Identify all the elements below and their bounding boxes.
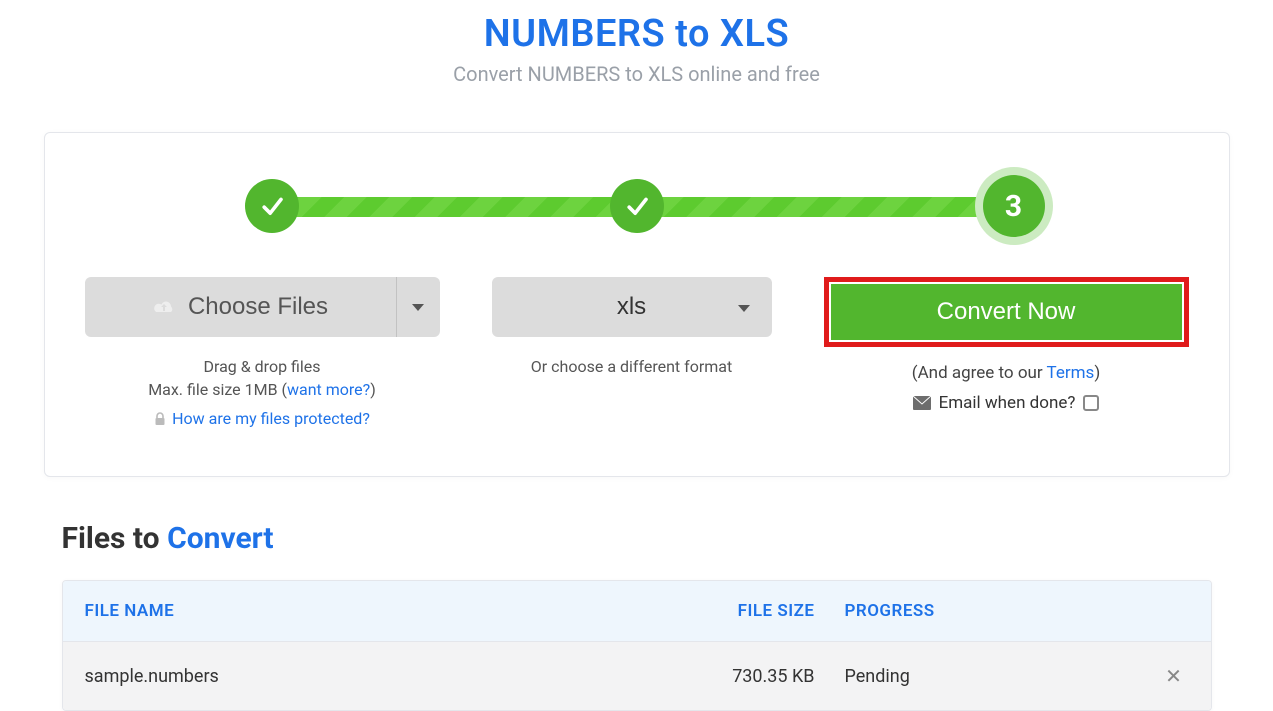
converter-panel: 3 Choose Files Drag & drop files Max. fi…: [44, 132, 1230, 477]
output-format-value: xls: [617, 293, 646, 321]
drag-drop-hint: Drag & drop files: [203, 357, 320, 376]
page-title: NUMBERS to XLS: [0, 12, 1273, 56]
lock-icon: [154, 412, 166, 426]
step-3-node: 3: [983, 175, 1045, 237]
file-size-cell: 730.35 KB: [665, 666, 815, 687]
choose-files-column: Choose Files Drag & drop files Max. file…: [85, 277, 440, 428]
files-table-header: FILE NAME FILE SIZE PROGRESS: [63, 581, 1211, 642]
col-file-name: FILE NAME: [85, 601, 665, 621]
file-name-cell: sample.numbers: [85, 666, 665, 687]
progress-stepper: 3: [255, 173, 1019, 243]
file-progress-cell: Pending: [815, 666, 1159, 687]
max-size-hint: Max. file size 1MB (want more?): [148, 380, 376, 399]
output-format-select[interactable]: xls: [492, 277, 772, 337]
check-icon: [257, 191, 287, 221]
page-subtitle: Convert NUMBERS to XLS online and free: [0, 62, 1273, 86]
step-1-node: [245, 179, 299, 233]
choose-files-label: Choose Files: [188, 293, 328, 321]
envelope-icon: [913, 396, 931, 410]
convert-column: Convert Now (And agree to our Terms) Ema…: [824, 277, 1189, 413]
choose-files-dropdown[interactable]: [396, 277, 440, 337]
step-2-node: [610, 179, 664, 233]
convert-now-button[interactable]: Convert Now: [831, 284, 1182, 340]
terms-link[interactable]: Terms: [1047, 363, 1095, 383]
format-hint: Or choose a different format: [531, 357, 732, 376]
files-protected-link[interactable]: How are my files protected?: [172, 409, 370, 428]
format-column: xls Or choose a different format: [492, 277, 772, 376]
convert-button-highlight: Convert Now: [824, 277, 1189, 347]
col-file-size: FILE SIZE: [665, 601, 815, 621]
want-more-link[interactable]: want more?: [287, 380, 370, 399]
agree-terms-text: (And agree to our Terms): [912, 363, 1100, 383]
email-when-done-label: Email when done?: [939, 393, 1076, 413]
col-progress: PROGRESS: [815, 601, 1189, 621]
caret-down-icon: [412, 304, 424, 311]
files-to-convert-heading: Files to Convert: [62, 521, 1212, 556]
step-3-number: 3: [1005, 189, 1022, 224]
upload-cloud-icon: [152, 298, 176, 316]
email-when-done-checkbox[interactable]: [1083, 395, 1099, 411]
files-table: FILE NAME FILE SIZE PROGRESS sample.numb…: [62, 580, 1212, 711]
remove-file-button[interactable]: ✕: [1159, 664, 1189, 688]
check-icon: [622, 191, 652, 221]
table-row: sample.numbers 730.35 KB Pending ✕: [63, 642, 1211, 710]
choose-files-button[interactable]: Choose Files: [85, 277, 396, 337]
caret-down-icon: [738, 305, 750, 312]
